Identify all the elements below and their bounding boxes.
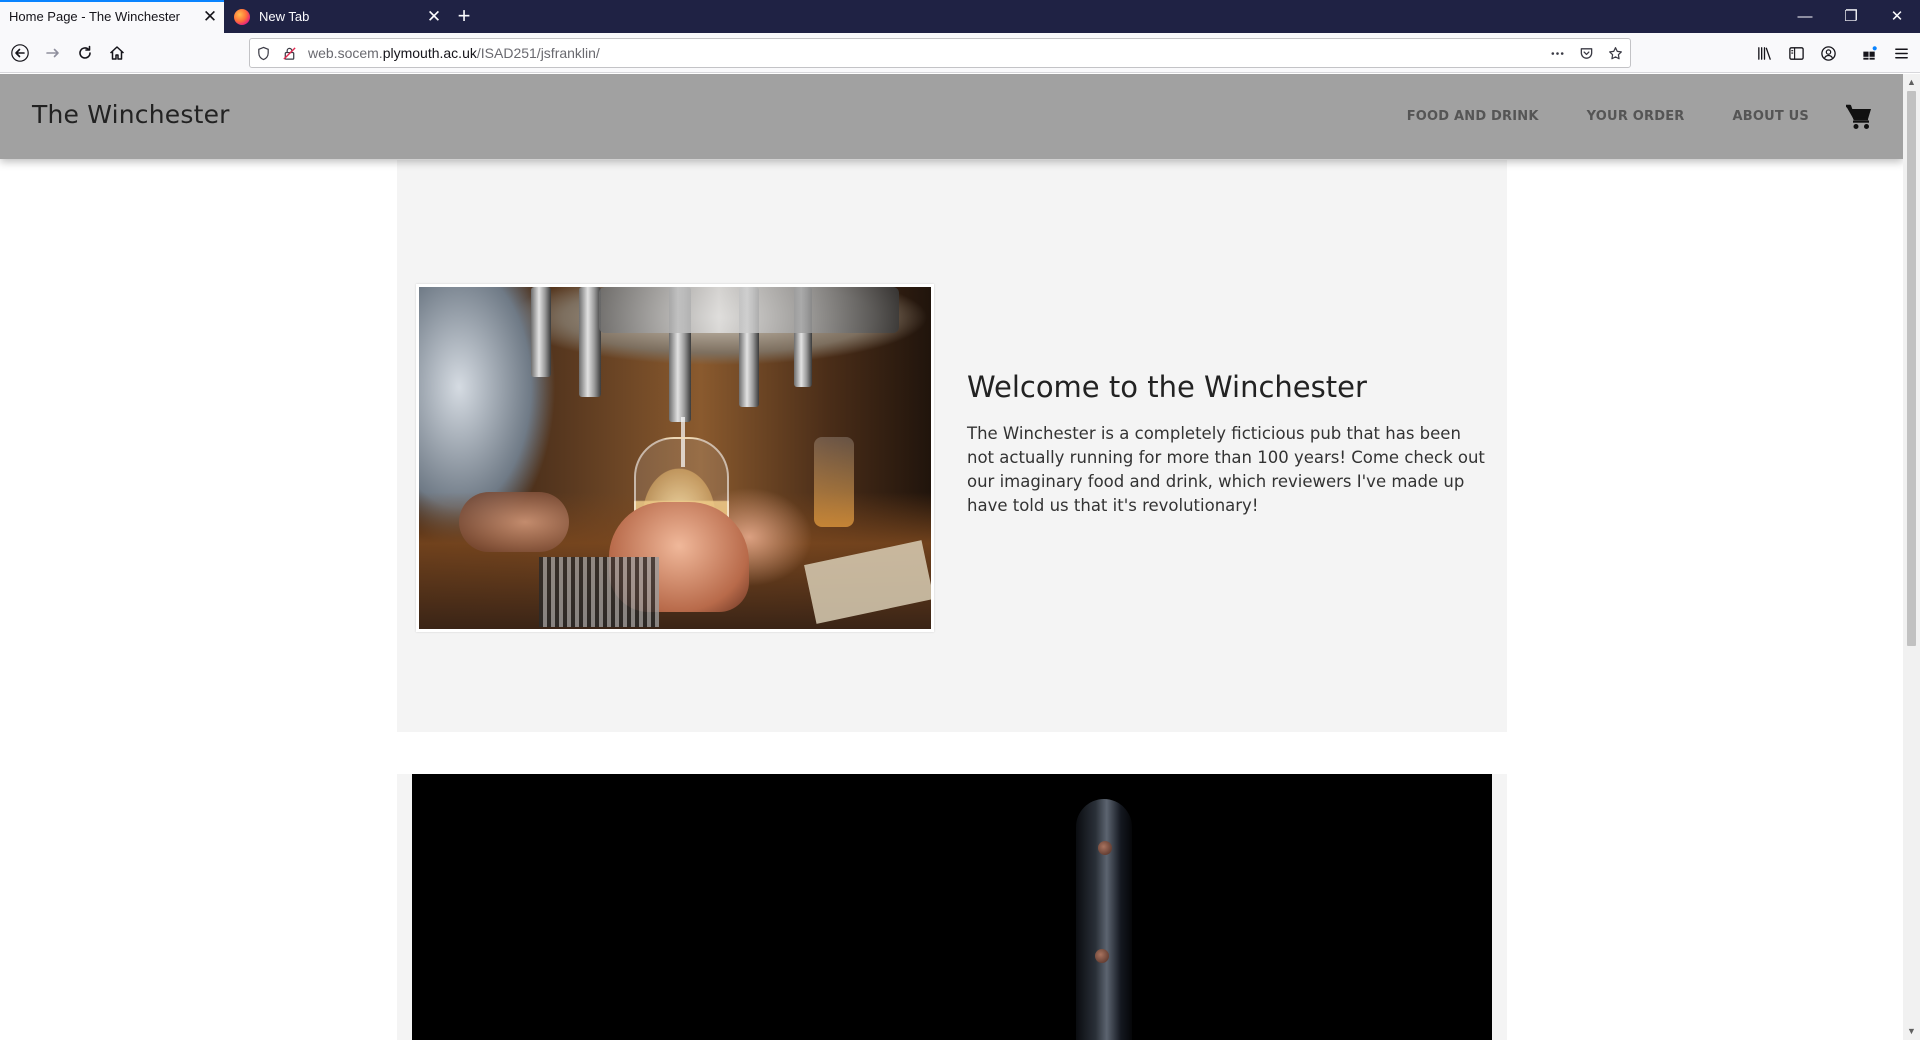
library-icon [1757,46,1771,60]
reload-button[interactable] [70,38,100,68]
back-button[interactable] [5,38,35,68]
shopping-cart-icon[interactable] [1845,104,1873,130]
library-button[interactable] [1749,38,1779,68]
back-arrow-icon [11,44,29,62]
home-button[interactable] [102,38,132,68]
minimize-button[interactable]: — [1782,0,1828,33]
site-header: The Winchester FOOD AND DRINK YOUR ORDER… [0,74,1903,159]
knife-handle [1076,799,1132,1040]
hamburger-menu-icon [1894,48,1908,58]
beer-tap-photo [416,284,934,632]
insecure-lock-icon[interactable] [276,39,302,67]
site-brand[interactable]: The Winchester [32,100,230,129]
knife-photo [412,774,1492,1040]
tab-new-tab[interactable]: New Tab ✕ [224,0,448,33]
scroll-down-arrow-icon[interactable]: ▼ [1903,1023,1920,1040]
forward-button[interactable] [38,38,68,68]
close-window-button[interactable]: ✕ [1874,0,1920,33]
tab-home-page[interactable]: Home Page - The Winchester ✕ [0,0,224,33]
page-scrollbar[interactable]: ▲ ▼ [1903,74,1920,1040]
account-icon [1820,45,1836,61]
home-icon [109,46,125,60]
sidebar-icon [1788,46,1804,60]
tab-title: New Tab [259,9,310,24]
url-text[interactable]: web.socem.plymouth.ac.uk/ISAD251/jsfrank… [302,45,1543,61]
welcome-section: Welcome to the Winchester The Winchester… [397,160,1507,732]
extensions-button[interactable] [1854,38,1884,68]
nav-about-us[interactable]: ABOUT US [1733,109,1810,124]
nav-food-and-drink[interactable]: FOOD AND DRINK [1407,109,1539,124]
welcome-heading: Welcome to the Winchester [967,370,1367,404]
featured-image-section [397,774,1507,1040]
menu-button[interactable] [1886,38,1916,68]
url-domain: plymouth.ac.uk [382,45,477,61]
reload-icon [79,45,91,59]
tab-title: Home Page - The Winchester [9,9,180,24]
pocket-icon[interactable] [1572,39,1601,67]
tracking-protection-shield-icon[interactable] [250,39,276,67]
bookmark-star-icon[interactable] [1601,39,1630,67]
firefox-icon [234,8,250,25]
address-bar-actions [1543,39,1630,67]
restore-button[interactable]: ❐ [1828,0,1874,33]
address-bar[interactable]: web.socem.plymouth.ac.uk/ISAD251/jsfrank… [249,38,1631,68]
url-prefix: web.socem. [308,45,383,61]
nav-your-order[interactable]: YOUR ORDER [1587,109,1685,124]
welcome-paragraph: The Winchester is a completely ficticiou… [967,424,1485,515]
page-viewport: The Winchester FOOD AND DRINK YOUR ORDER… [0,74,1903,1040]
page-actions-menu-icon[interactable] [1543,39,1572,67]
sidebar-button[interactable] [1781,38,1811,68]
browser-toolbar: web.socem.plymouth.ac.uk/ISAD251/jsfrank… [0,33,1920,73]
forward-arrow-icon [46,48,59,58]
tab-close-icon[interactable]: ✕ [196,0,224,33]
extension-icon [1862,45,1877,60]
browser-tab-strip: Home Page - The Winchester ✕ New Tab ✕ +… [0,0,1920,33]
account-button[interactable] [1813,38,1843,68]
scroll-up-arrow-icon[interactable]: ▲ [1903,74,1920,91]
tab-close-icon[interactable]: ✕ [420,0,448,33]
url-path: /ISAD251/jsfranklin/ [476,45,600,61]
window-controls: — ❐ ✕ [1782,0,1920,33]
site-nav: FOOD AND DRINK YOUR ORDER ABOUT US [1359,74,1903,159]
new-tab-button[interactable]: + [448,0,480,33]
welcome-text: Welcome to the Winchester The Winchester… [967,370,1487,518]
scrollbar-thumb[interactable] [1907,91,1916,646]
